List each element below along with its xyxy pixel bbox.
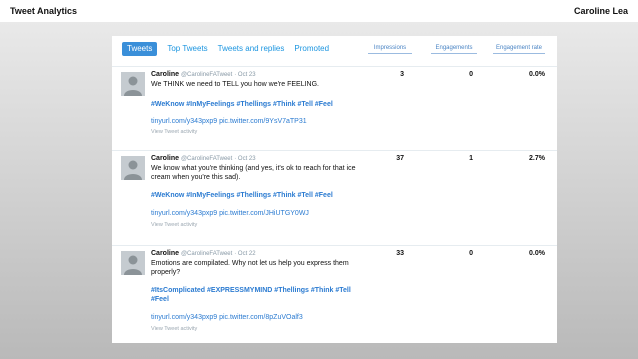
default-avatar-icon <box>124 76 142 96</box>
author-handle[interactable]: @CarolineFATweet <box>181 156 232 162</box>
impressions-value: 33 <box>396 250 404 257</box>
tweet-hashtags[interactable]: #ItsComplicated #EXPRESSMYMIND #Thelling… <box>151 286 361 304</box>
tab-bar: Tweets Top Tweets Tweets and replies Pro… <box>122 41 339 57</box>
tweet-text: Emotions are compilated. Why not let us … <box>151 260 349 276</box>
engagements-column-header[interactable]: Engagements <box>431 45 477 54</box>
engagement-rate-value: 0.0% <box>529 250 545 257</box>
avatar[interactable] <box>121 251 145 275</box>
engagement-rate-value: 0.0% <box>529 71 545 78</box>
tweet-header: Caroline @CarolineFATweet · Oct 23 <box>151 71 256 78</box>
tweet-links[interactable]: tinyurl.com/y343pxp9 pic.twitter.com/9Ys… <box>151 118 307 125</box>
tweet-row: Caroline @CarolineFATweet · Oct 23 We kn… <box>112 150 557 241</box>
author-name[interactable]: Caroline <box>151 71 179 78</box>
impressions-value: 3 <box>400 71 404 78</box>
default-avatar-icon <box>124 160 142 180</box>
tab-top-tweets[interactable]: Top Tweets <box>167 42 207 56</box>
tweet-links[interactable]: tinyurl.com/y343pxp9 pic.twitter.com/JHi… <box>151 210 309 217</box>
author-handle[interactable]: @CarolineFATweet <box>181 72 232 78</box>
top-bar: Tweet Analytics Caroline Lea <box>0 0 638 22</box>
tab-promoted[interactable]: Promoted <box>294 42 329 56</box>
view-tweet-activity-link[interactable]: View Tweet activity <box>151 326 197 332</box>
analytics-panel: Tweets Top Tweets Tweets and replies Pro… <box>112 36 557 343</box>
tweet-text: We know what you're thinking (and yes, i… <box>151 165 356 181</box>
tweet-date[interactable]: · Oct 23 <box>234 156 255 162</box>
tweet-row: Caroline @CarolineFATweet · Oct 23 We TH… <box>112 66 557 143</box>
avatar[interactable] <box>121 72 145 96</box>
view-tweet-activity-link[interactable]: View Tweet activity <box>151 222 197 228</box>
tweet-header: Caroline @CarolineFATweet · Oct 22 <box>151 250 256 257</box>
engagement-rate-value: 2.7% <box>529 155 545 162</box>
impressions-column-header[interactable]: Impressions <box>368 45 412 54</box>
engagements-value: 0 <box>469 71 473 78</box>
author-name[interactable]: Caroline <box>151 155 179 162</box>
tweet-date[interactable]: · Oct 23 <box>234 72 255 78</box>
user-name[interactable]: Caroline Lea <box>574 6 628 16</box>
author-name[interactable]: Caroline <box>151 250 179 257</box>
tweet-links[interactable]: tinyurl.com/y343pxp9 pic.twitter.com/8pZ… <box>151 314 303 321</box>
tweet-hashtags[interactable]: #WeKnow #InMyFeelings #Thellings #Think … <box>151 191 361 200</box>
avatar[interactable] <box>121 156 145 180</box>
impressions-value: 37 <box>396 155 404 162</box>
tab-tweets[interactable]: Tweets <box>122 42 158 56</box>
engagements-value: 1 <box>469 155 473 162</box>
app-title: Tweet Analytics <box>10 6 78 16</box>
tab-tweets-and-replies[interactable]: Tweets and replies <box>218 42 285 56</box>
default-avatar-icon <box>124 255 142 275</box>
author-handle[interactable]: @CarolineFATweet <box>181 251 232 257</box>
view-tweet-activity-link[interactable]: View Tweet activity <box>151 129 197 135</box>
tweet-text: We THINK we need to TELL you how we're F… <box>151 81 319 88</box>
tweet-row: Caroline @CarolineFATweet · Oct 22 Emoti… <box>112 245 557 343</box>
tweet-header: Caroline @CarolineFATweet · Oct 23 <box>151 155 256 162</box>
tweet-hashtags[interactable]: #WeKnow #InMyFeelings #Thellings #Think … <box>151 100 361 109</box>
engagements-value: 0 <box>469 250 473 257</box>
tweet-date[interactable]: · Oct 22 <box>234 251 255 257</box>
engagement-rate-column-header[interactable]: Engagement rate <box>493 45 545 54</box>
